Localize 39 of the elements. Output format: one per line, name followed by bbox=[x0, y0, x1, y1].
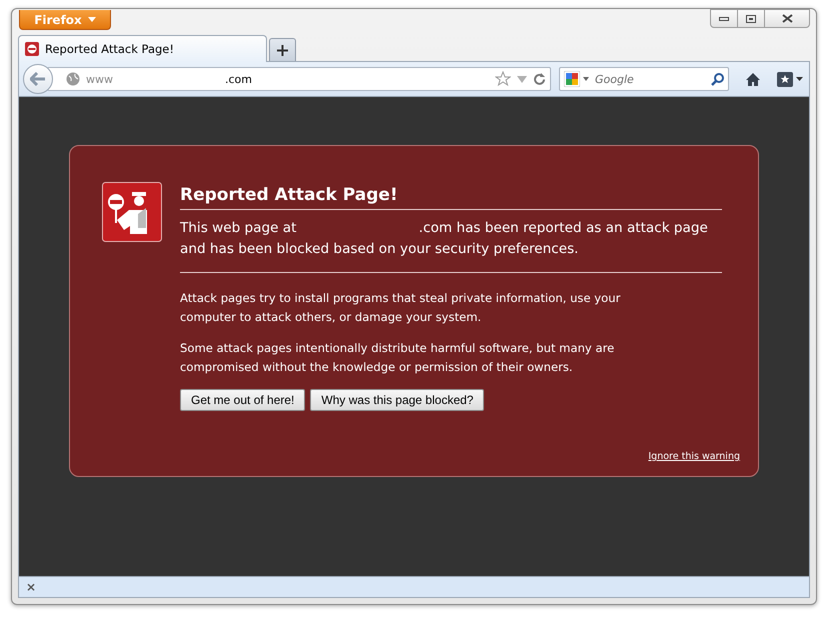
browser-tab[interactable]: Reported Attack Page! bbox=[18, 35, 267, 62]
back-button[interactable] bbox=[23, 64, 53, 94]
globe-icon bbox=[66, 72, 80, 86]
minimize-icon bbox=[719, 16, 729, 20]
plus-icon bbox=[277, 45, 288, 56]
bookmarks-button[interactable] bbox=[777, 72, 803, 86]
action-button[interactable]: Get me out of here! bbox=[180, 389, 306, 411]
minimize-button[interactable] bbox=[710, 9, 738, 28]
tab-title: Reported Attack Page! bbox=[45, 42, 174, 56]
search-engine-button[interactable] bbox=[564, 71, 589, 87]
description-text: Some attack pages intentionally distribute harmful software, but many are compromised without the knowledge or permission of their owners. bbox=[180, 340, 616, 376]
url-suffix: .com bbox=[225, 72, 252, 86]
description-text: Attack pages try to install programs that steal private information, use your computer to attack others, or damage your system. bbox=[180, 290, 622, 326]
guard-icon bbox=[102, 182, 162, 242]
caret-icon bbox=[583, 77, 589, 81]
blocked-icon bbox=[25, 42, 39, 56]
close-status-button[interactable]: × bbox=[26, 580, 36, 594]
page-title: Reported Attack Page! bbox=[180, 185, 722, 210]
address-field[interactable]: www .com bbox=[47, 67, 551, 91]
caret-icon bbox=[88, 17, 96, 22]
colored-squares-icon bbox=[564, 71, 580, 87]
star-icon[interactable] bbox=[495, 71, 511, 87]
caret-icon bbox=[796, 77, 803, 81]
intro-text: This web page at .com has been reported as an attack page and has been blocked based on your security preferences. bbox=[180, 218, 722, 273]
action-button[interactable]: Why was this page blocked? bbox=[310, 389, 484, 411]
search-bar[interactable]: Google bbox=[559, 67, 729, 91]
new-tab-button[interactable] bbox=[269, 38, 296, 62]
back-arrow-icon bbox=[30, 72, 46, 86]
reload-icon[interactable] bbox=[533, 72, 546, 86]
home-icon bbox=[745, 72, 761, 86]
close-button[interactable] bbox=[764, 9, 810, 28]
maximize-icon bbox=[746, 14, 756, 22]
url-prefix: www bbox=[86, 72, 113, 86]
home-button[interactable] bbox=[745, 72, 761, 86]
maximize-button[interactable] bbox=[737, 9, 765, 28]
ignore-warning-link[interactable]: Ignore this warning bbox=[648, 451, 740, 462]
search-icon[interactable] bbox=[711, 72, 724, 86]
search-field[interactable]: Google bbox=[593, 72, 707, 86]
close-icon bbox=[782, 14, 792, 23]
